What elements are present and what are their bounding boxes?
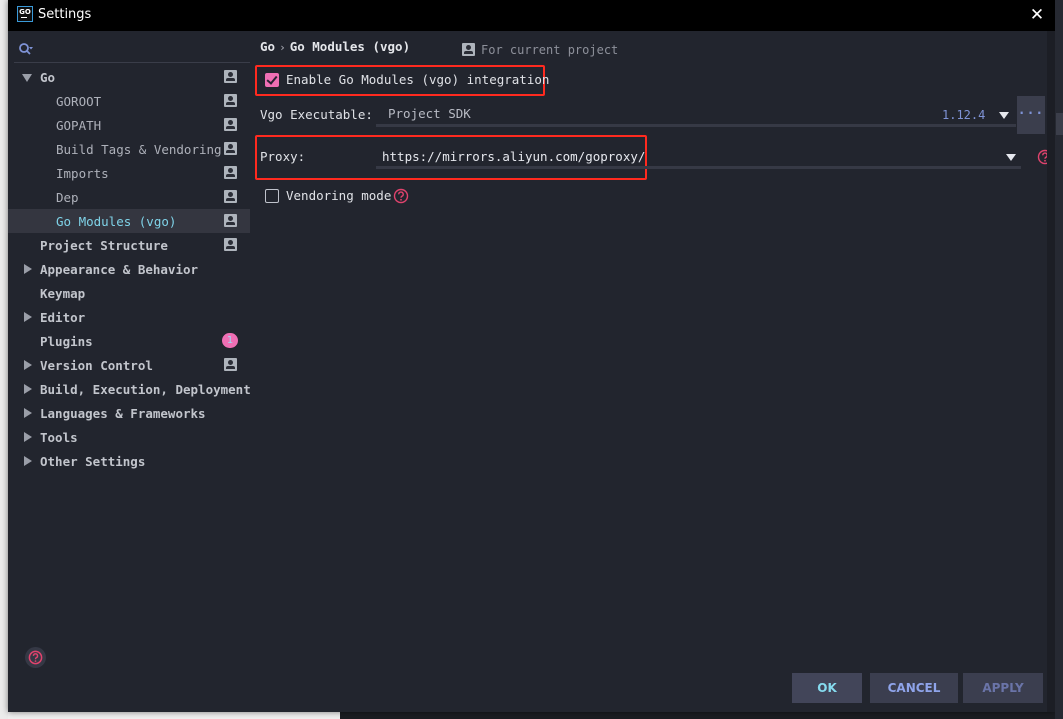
expand-arrow-icon[interactable] xyxy=(24,360,32,370)
sidebar-item-imports[interactable]: Imports xyxy=(8,161,250,185)
sidebar-item-label: Languages & Frameworks xyxy=(40,405,206,421)
sidebar-item-label: Keymap xyxy=(40,285,86,301)
vgo-executable-label: Vgo Executable: xyxy=(260,107,373,122)
breadcrumb-current: Go Modules (vgo) xyxy=(289,39,411,54)
apply-button[interactable]: APPLY xyxy=(963,673,1043,703)
sidebar-item-go-modules[interactable]: Go Modules (vgo) xyxy=(8,209,250,233)
sidebar-item-go[interactable]: Go xyxy=(8,65,250,89)
expand-arrow-icon[interactable] xyxy=(24,312,32,322)
sidebar-item-tools[interactable]: Tools xyxy=(8,425,250,449)
settings-content: Go › Go Modules (vgo) For current project … xyxy=(250,31,1055,712)
sidebar-item-build-execution-deployment[interactable]: Build, Execution, Deployment xyxy=(8,377,251,401)
proxy-input[interactable] xyxy=(382,146,982,166)
sidebar-item-label: Plugins xyxy=(40,333,93,349)
vgo-executable-combo[interactable]: Project SDK 1.12.4 xyxy=(376,101,1016,127)
expand-arrow-icon[interactable] xyxy=(24,432,32,442)
breadcrumb: Go › Go Modules (vgo) xyxy=(260,39,410,54)
expand-arrow-icon[interactable] xyxy=(22,74,32,82)
sidebar-item-label: Imports xyxy=(56,165,109,181)
content-scrollbar-track[interactable] xyxy=(1047,31,1055,712)
goland-app-icon: GO xyxy=(17,6,33,22)
sidebar-item-label: Project Structure xyxy=(40,237,168,253)
settings-search xyxy=(14,37,250,63)
plugin-updates-badge: 1 xyxy=(222,333,238,348)
settings-search-input[interactable] xyxy=(38,40,243,58)
help-icon xyxy=(28,650,43,665)
sidebar-item-languages-frameworks[interactable]: Languages & Frameworks xyxy=(8,401,250,425)
search-icon xyxy=(19,43,33,55)
project-scope-icon xyxy=(224,118,237,131)
outer-scrollbar[interactable] xyxy=(1055,0,1063,719)
sidebar-item-dep[interactable]: Dep xyxy=(8,185,250,209)
background-window-bottom xyxy=(340,712,1063,719)
vendoring-mode-label: Vendoring mode xyxy=(286,188,392,203)
proxy-label: Proxy: xyxy=(260,149,306,164)
vendoring-help-icon[interactable] xyxy=(393,188,409,204)
scope-label: For current project xyxy=(481,43,619,57)
project-scope-icon xyxy=(224,166,237,179)
project-scope-icon xyxy=(224,190,237,203)
background-window xyxy=(0,0,8,719)
sidebar-item-label: Dep xyxy=(56,189,79,205)
project-scope-icon xyxy=(224,238,237,251)
breadcrumb-parent[interactable]: Go xyxy=(260,39,275,54)
sidebar-item-label: Build, Execution, Deployment xyxy=(40,381,251,397)
sidebar-item-version-control[interactable]: Version Control xyxy=(8,353,250,377)
sidebar-item-label: Tools xyxy=(40,429,78,445)
enable-go-modules-label: Enable Go Modules (vgo) integration xyxy=(286,72,550,87)
help-button[interactable] xyxy=(25,647,46,668)
sidebar-item-other-settings[interactable]: Other Settings xyxy=(8,449,250,473)
sidebar-item-label: GOROOT xyxy=(56,93,102,109)
expand-arrow-icon[interactable] xyxy=(24,456,32,466)
close-button[interactable]: ✕ xyxy=(1025,4,1049,26)
project-scope-icon xyxy=(224,70,237,83)
breadcrumb-separator: › xyxy=(279,41,286,54)
sidebar-item-appearance-behavior[interactable]: Appearance & Behavior xyxy=(8,257,250,281)
project-scope-icon xyxy=(224,142,237,155)
cancel-button[interactable]: CANCEL xyxy=(870,673,958,703)
proxy-combo[interactable] xyxy=(376,143,1021,169)
window-title: Settings xyxy=(38,7,92,22)
enable-go-modules-checkbox[interactable] xyxy=(265,73,279,87)
dropdown-arrow-icon xyxy=(1006,154,1016,161)
expand-arrow-icon[interactable] xyxy=(24,384,32,394)
ok-button[interactable]: OK xyxy=(792,673,862,703)
sidebar-item-label: Version Control xyxy=(40,357,153,373)
settings-tree: Go GOROOT GOPATH Build Tags & Vendoring … xyxy=(8,65,251,473)
browse-button[interactable]: ... xyxy=(1017,96,1045,134)
sidebar-item-label: Build Tags & Vendoring xyxy=(56,141,222,157)
sidebar-item-label: Appearance & Behavior xyxy=(40,261,199,277)
sidebar-item-editor[interactable]: Editor xyxy=(8,305,250,329)
sidebar-item-label: GOPATH xyxy=(56,117,102,133)
sidebar-item-project-structure[interactable]: Project Structure xyxy=(8,233,250,257)
vendoring-mode-checkbox[interactable] xyxy=(265,189,279,203)
project-scope-icon xyxy=(462,43,475,56)
close-icon: ✕ xyxy=(1029,5,1045,25)
sidebar-item-build-tags[interactable]: Build Tags & Vendoring xyxy=(8,137,250,161)
project-scope-icon xyxy=(224,94,237,107)
settings-sidebar: Go GOROOT GOPATH Build Tags & Vendoring … xyxy=(8,31,251,712)
project-scope-icon xyxy=(224,358,237,371)
vgo-executable-value: Project SDK xyxy=(388,106,471,121)
sidebar-item-keymap[interactable]: Keymap xyxy=(8,281,250,305)
sidebar-item-goroot[interactable]: GOROOT xyxy=(8,89,250,113)
project-scope-icon xyxy=(224,214,237,227)
sidebar-item-label: Go xyxy=(40,69,56,85)
title-bar: GO Settings ✕ xyxy=(8,0,1055,31)
expand-arrow-icon[interactable] xyxy=(24,408,32,418)
settings-dialog: GO Settings ✕ Go GOROOT GOPATH Build Tag… xyxy=(8,0,1055,712)
sidebar-item-label: Other Settings xyxy=(40,453,146,469)
outer-scrollbar-thumb[interactable] xyxy=(1056,113,1063,135)
scope-indicator: For current project xyxy=(462,41,618,57)
expand-arrow-icon[interactable] xyxy=(24,264,32,274)
sidebar-item-label: Editor xyxy=(40,309,86,325)
sidebar-item-gopath[interactable]: GOPATH xyxy=(8,113,250,137)
sidebar-item-label: Go Modules (vgo) xyxy=(56,213,177,229)
dropdown-arrow-icon xyxy=(999,112,1009,119)
sdk-version: 1.12.4 xyxy=(942,108,986,122)
sidebar-item-plugins[interactable]: Plugins 1 xyxy=(8,329,250,353)
